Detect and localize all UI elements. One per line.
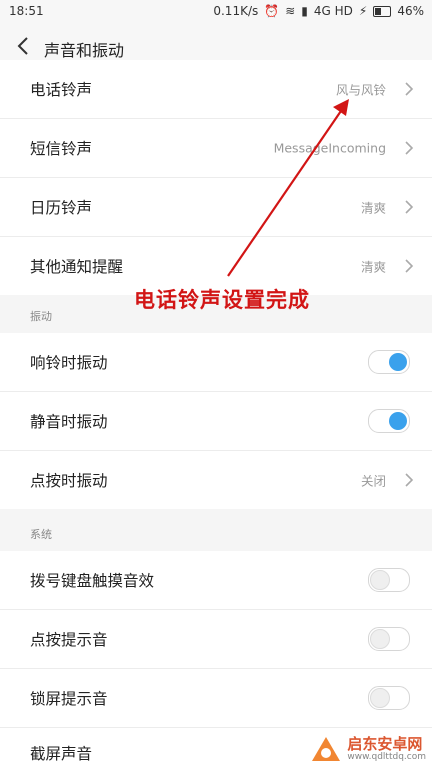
touch-vibrate-row[interactable]: 点按时振动 关闭 [0, 451, 432, 509]
dialpad-sound-toggle[interactable] [368, 568, 410, 592]
silent-vibrate-toggle[interactable] [368, 409, 410, 433]
vibration-section-title: 振动 [30, 310, 52, 323]
ringtone-group: 电话铃声 风与风铃 短信铃声 MessageIncoming 日历铃声 清爽 其… [0, 60, 432, 295]
toggle-knob [370, 629, 390, 649]
row-label: 响铃时振动 [30, 354, 108, 372]
vibration-group: 响铃时振动 静音时振动 点按时振动 关闭 [0, 333, 432, 509]
watermark-logo-icon [312, 737, 341, 761]
silent-vibrate-row: 静音时振动 [0, 392, 432, 451]
chevron-right-icon [405, 200, 414, 214]
watermark-name: 启东安卓网 [347, 735, 423, 753]
status-time: 18:51 [9, 4, 44, 18]
row-label: 短信铃声 [30, 140, 93, 158]
battery-icon [373, 5, 392, 17]
row-value: 清爽 [360, 200, 386, 216]
network-type: 4G HD [313, 4, 353, 18]
calendar-ringtone-row[interactable]: 日历铃声 清爽 [0, 178, 432, 237]
row-value: 清爽 [360, 259, 386, 275]
toggle-knob [389, 353, 407, 371]
row-label: 静音时振动 [30, 413, 108, 431]
watermark-url: www.qdlttdq.com [347, 752, 426, 762]
status-icons: 0.11K/s ⏰ ≋ ▮ 4G HD ⚡ 46% [213, 4, 424, 18]
system-section-title: 系统 [30, 528, 52, 541]
status-bar: 18:51 0.11K/s ⏰ ≋ ▮ 4G HD ⚡ 46% [0, 0, 432, 22]
row-label: 电话铃声 [30, 81, 93, 99]
back-arrow-icon[interactable] [14, 35, 34, 57]
network-speed: 0.11K/s [213, 4, 259, 18]
signal-icon: ▮ [301, 4, 308, 18]
annotation-text: 电话铃声设置完成 [134, 287, 310, 312]
phone-ringtone-row[interactable]: 电话铃声 风与风铃 [0, 60, 432, 119]
row-label: 锁屏提示音 [30, 690, 108, 708]
row-label: 拨号键盘触摸音效 [30, 572, 155, 590]
lockscreen-sound-toggle[interactable] [368, 686, 410, 710]
dialpad-sound-row: 拨号键盘触摸音效 [0, 551, 432, 610]
row-label: 日历铃声 [30, 199, 93, 217]
row-value: 关闭 [360, 473, 386, 489]
toggle-knob [370, 688, 390, 708]
watermark: 启东安卓网 www.qdlttdq.com [309, 734, 426, 764]
chevron-right-icon [405, 259, 414, 273]
row-value: MessageIncoming [273, 140, 386, 156]
watermark-text-block: 启东安卓网 www.qdlttdq.com [347, 736, 426, 762]
ring-vibrate-toggle[interactable] [368, 350, 410, 374]
touch-sound-row: 点按提示音 [0, 610, 432, 669]
chevron-right-icon [405, 141, 414, 155]
sms-ringtone-row[interactable]: 短信铃声 MessageIncoming [0, 119, 432, 178]
charging-icon: ⚡ [358, 4, 368, 18]
toggle-knob [389, 412, 407, 430]
lockscreen-sound-row: 锁屏提示音 [0, 669, 432, 728]
row-label: 其他通知提醒 [30, 258, 124, 276]
row-label: 截屏声音 [30, 745, 93, 763]
ring-vibrate-row: 响铃时振动 [0, 333, 432, 392]
alarm-icon: ⏰ [264, 4, 280, 18]
toggle-knob [370, 570, 390, 590]
wifi-icon: ≋ [285, 4, 296, 18]
page-title: 声音和振动 [44, 41, 125, 60]
battery-level: 46% [397, 4, 424, 18]
chevron-right-icon [405, 473, 414, 487]
row-value: 风与风铃 [335, 82, 386, 98]
row-label: 点按提示音 [30, 631, 108, 649]
touch-sound-toggle[interactable] [368, 627, 410, 651]
row-label: 点按时振动 [30, 472, 108, 490]
chevron-right-icon [405, 82, 414, 96]
